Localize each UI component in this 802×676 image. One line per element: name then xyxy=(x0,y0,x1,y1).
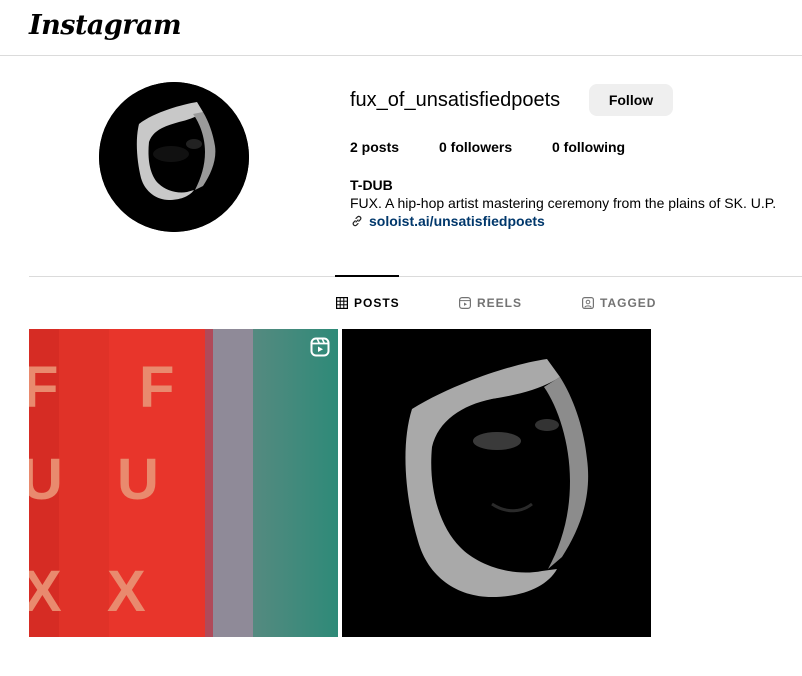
post-face-image xyxy=(342,329,651,637)
profile-bio: FUX. A hip-hop artist mastering ceremony… xyxy=(350,195,777,211)
reel-letter-u-right: U xyxy=(117,447,159,512)
tab-posts-label: POSTS xyxy=(354,296,400,310)
profile-link[interactable]: soloist.ai/unsatisfiedpoets xyxy=(350,213,545,229)
post-thumbnail-reel[interactable]: F U X F U X xyxy=(29,329,338,637)
tabs-divider xyxy=(29,276,802,277)
profile-avatar[interactable] xyxy=(99,82,249,232)
profile-link-text[interactable]: soloist.ai/unsatisfiedpoets xyxy=(369,213,545,229)
tab-tagged[interactable]: TAGGED xyxy=(582,296,656,310)
followers-count[interactable]: 0 followers xyxy=(439,139,512,155)
reel-letter-x-left: X xyxy=(29,559,62,624)
avatar-face-image xyxy=(99,82,249,232)
tab-reels[interactable]: REELS xyxy=(459,296,522,310)
reel-letter-f-right: F xyxy=(139,355,174,420)
profile-username: fux_of_unsatisfiedpoets xyxy=(350,89,561,111)
reel-cover-image: F U X F U X xyxy=(29,329,338,637)
top-bar: Instagram xyxy=(0,0,802,56)
reels-icon xyxy=(459,297,471,309)
link-icon xyxy=(352,215,362,227)
following-count[interactable]: 0 following xyxy=(552,139,625,155)
active-tab-indicator xyxy=(335,275,399,277)
grid-icon xyxy=(336,297,348,309)
instagram-logo[interactable]: Instagram xyxy=(29,10,182,41)
post-thumbnail-image[interactable] xyxy=(342,329,651,637)
reel-letter-x-right: X xyxy=(107,559,146,624)
reel-letter-u-left: U xyxy=(29,447,63,512)
reel-badge-icon xyxy=(310,337,330,357)
tab-tagged-label: TAGGED xyxy=(600,296,657,310)
tab-reels-label: REELS xyxy=(477,296,523,310)
profile-full-name: T-DUB xyxy=(350,177,393,193)
follow-button[interactable]: Follow xyxy=(589,84,673,116)
reel-letter-f-left: F xyxy=(29,355,58,420)
tab-posts[interactable]: POSTS xyxy=(336,296,400,310)
posts-count: 2 posts xyxy=(350,139,400,155)
tagged-icon xyxy=(582,297,594,309)
